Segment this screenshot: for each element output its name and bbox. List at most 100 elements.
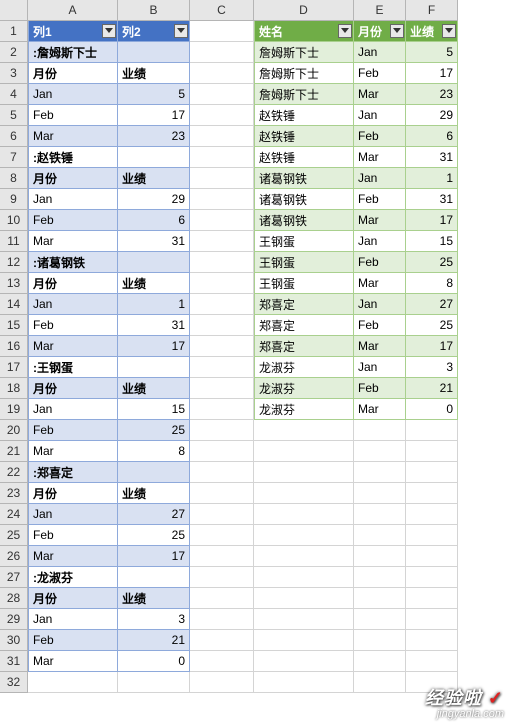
t1-cell[interactable]: 5 <box>118 84 190 105</box>
empty-cell[interactable] <box>406 651 458 672</box>
t2-cell-month[interactable]: Feb <box>354 252 406 273</box>
t2-cell-name[interactable]: 王钢蛋 <box>254 252 354 273</box>
column-header[interactable]: A <box>28 0 118 21</box>
t2-cell-value[interactable]: 25 <box>406 252 458 273</box>
t1-cell[interactable]: 25 <box>118 525 190 546</box>
t1-cell[interactable]: Jan <box>28 399 118 420</box>
empty-cell[interactable] <box>190 630 254 651</box>
filter-dropdown-icon[interactable] <box>338 24 352 38</box>
empty-cell[interactable] <box>190 189 254 210</box>
empty-cell[interactable] <box>254 567 354 588</box>
t2-cell-month[interactable]: Mar <box>354 399 406 420</box>
t2-cell-name[interactable]: 赵铁锤 <box>254 126 354 147</box>
t2-cell-value[interactable]: 15 <box>406 231 458 252</box>
t1-cell[interactable] <box>118 357 190 378</box>
t2-cell-name[interactable]: 诸葛钢铁 <box>254 189 354 210</box>
row-header[interactable]: 28 <box>0 588 28 609</box>
filter-dropdown-icon[interactable] <box>174 24 188 38</box>
t1-cell[interactable]: 业绩 <box>118 588 190 609</box>
t2-cell-month[interactable]: Mar <box>354 147 406 168</box>
t2-cell-value[interactable]: 17 <box>406 336 458 357</box>
t1-cell[interactable]: 25 <box>118 420 190 441</box>
t1-cell[interactable]: 23 <box>118 126 190 147</box>
row-header[interactable]: 26 <box>0 546 28 567</box>
t2-cell-name[interactable]: 王钢蛋 <box>254 273 354 294</box>
empty-cell[interactable] <box>406 462 458 483</box>
empty-cell[interactable] <box>354 588 406 609</box>
empty-cell[interactable] <box>190 168 254 189</box>
empty-cell[interactable] <box>190 42 254 63</box>
empty-cell[interactable] <box>190 420 254 441</box>
t2-cell-month[interactable]: Mar <box>354 273 406 294</box>
empty-cell[interactable] <box>190 399 254 420</box>
t1-cell[interactable]: :诸葛钢铁 <box>28 252 118 273</box>
empty-cell[interactable] <box>190 504 254 525</box>
empty-cell[interactable] <box>354 609 406 630</box>
t1-cell[interactable]: 月份 <box>28 483 118 504</box>
select-all-corner[interactable] <box>0 0 28 21</box>
t2-cell-value[interactable]: 1 <box>406 168 458 189</box>
row-header[interactable]: 2 <box>0 42 28 63</box>
t2-header-value[interactable]: 业绩 <box>406 21 458 42</box>
t2-cell-month[interactable]: Jan <box>354 357 406 378</box>
t2-cell-month[interactable]: Mar <box>354 84 406 105</box>
t1-cell[interactable]: Jan <box>28 609 118 630</box>
empty-cell[interactable] <box>254 588 354 609</box>
t1-cell[interactable]: Mar <box>28 336 118 357</box>
empty-cell[interactable] <box>406 504 458 525</box>
t1-cell[interactable]: 31 <box>118 231 190 252</box>
empty-cell[interactable] <box>354 441 406 462</box>
empty-cell[interactable] <box>190 126 254 147</box>
t2-cell-month[interactable]: Jan <box>354 42 406 63</box>
row-header[interactable]: 21 <box>0 441 28 462</box>
t2-cell-name[interactable]: 王钢蛋 <box>254 231 354 252</box>
t2-cell-name[interactable]: 诸葛钢铁 <box>254 210 354 231</box>
row-header[interactable]: 23 <box>0 483 28 504</box>
t1-cell[interactable]: 月份 <box>28 273 118 294</box>
row-header[interactable]: 15 <box>0 315 28 336</box>
t1-cell[interactable]: 月份 <box>28 588 118 609</box>
empty-cell[interactable] <box>190 441 254 462</box>
empty-cell[interactable] <box>190 525 254 546</box>
t1-cell[interactable]: Feb <box>28 315 118 336</box>
empty-cell[interactable] <box>190 147 254 168</box>
empty-cell[interactable] <box>190 252 254 273</box>
empty-cell[interactable] <box>406 420 458 441</box>
empty-cell[interactable] <box>118 672 190 693</box>
t1-header-col1[interactable]: 列1 <box>28 21 118 42</box>
empty-cell[interactable] <box>354 504 406 525</box>
row-header[interactable]: 11 <box>0 231 28 252</box>
t1-cell[interactable]: 1 <box>118 294 190 315</box>
t2-cell-value[interactable]: 29 <box>406 105 458 126</box>
row-header[interactable]: 14 <box>0 294 28 315</box>
t1-cell[interactable]: 31 <box>118 315 190 336</box>
empty-cell[interactable] <box>190 651 254 672</box>
t1-cell[interactable]: :王钢蛋 <box>28 357 118 378</box>
t1-cell[interactable]: 29 <box>118 189 190 210</box>
t1-cell[interactable]: :郑喜定 <box>28 462 118 483</box>
t2-cell-value[interactable]: 0 <box>406 399 458 420</box>
row-header[interactable]: 27 <box>0 567 28 588</box>
filter-dropdown-icon[interactable] <box>102 24 116 38</box>
t2-cell-value[interactable]: 23 <box>406 84 458 105</box>
t2-cell-value[interactable]: 21 <box>406 378 458 399</box>
t1-cell[interactable]: 业绩 <box>118 378 190 399</box>
row-header[interactable]: 3 <box>0 63 28 84</box>
empty-cell[interactable] <box>406 567 458 588</box>
t2-cell-month[interactable]: Mar <box>354 210 406 231</box>
empty-cell[interactable] <box>406 609 458 630</box>
t1-cell[interactable]: 业绩 <box>118 168 190 189</box>
empty-cell[interactable] <box>254 462 354 483</box>
empty-cell[interactable] <box>254 546 354 567</box>
t2-cell-name[interactable]: 郑喜定 <box>254 294 354 315</box>
empty-cell[interactable] <box>354 462 406 483</box>
t1-cell[interactable]: Feb <box>28 630 118 651</box>
empty-cell[interactable] <box>354 483 406 504</box>
t1-cell[interactable]: :詹姆斯下士 <box>28 42 118 63</box>
row-header[interactable]: 22 <box>0 462 28 483</box>
empty-cell[interactable] <box>354 525 406 546</box>
empty-cell[interactable] <box>190 462 254 483</box>
t2-cell-name[interactable]: 詹姆斯下士 <box>254 63 354 84</box>
row-header[interactable]: 24 <box>0 504 28 525</box>
empty-cell[interactable] <box>354 630 406 651</box>
